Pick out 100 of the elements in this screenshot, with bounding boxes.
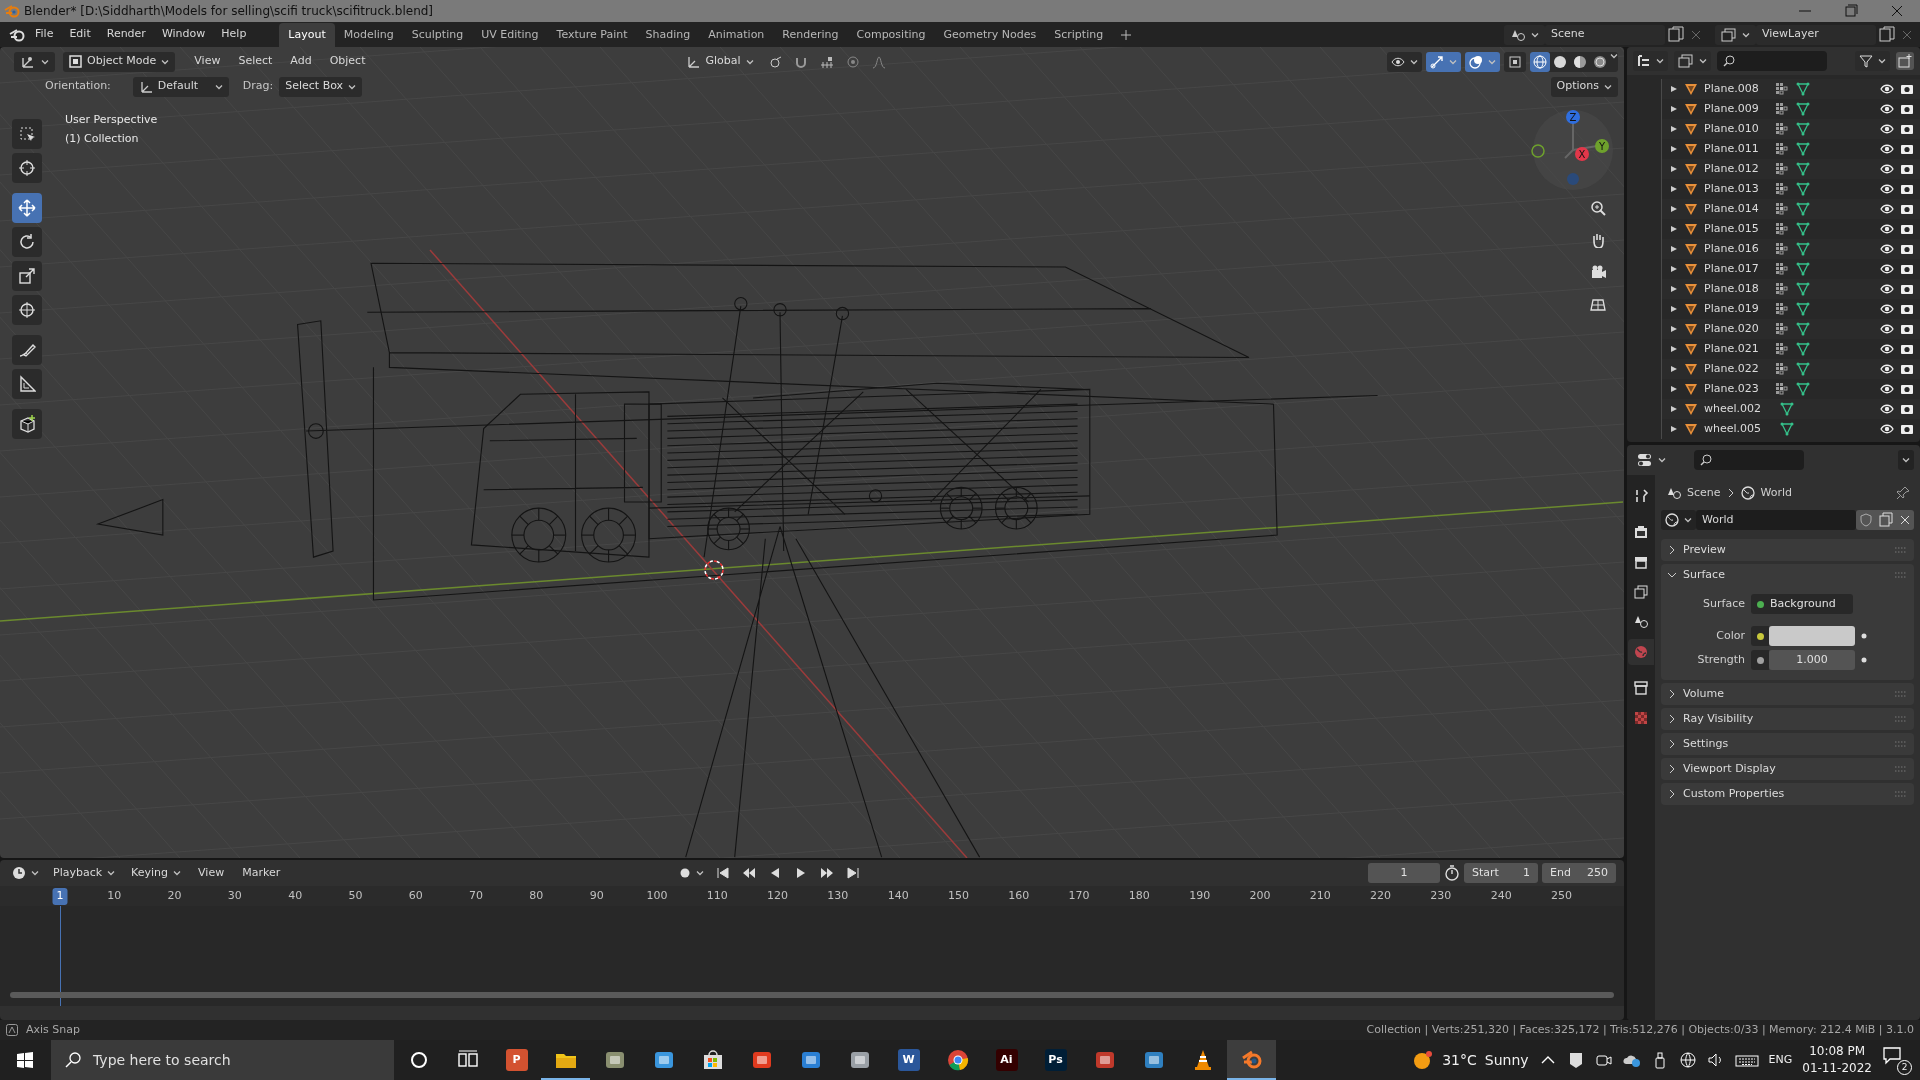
taskbar-app-button[interactable]: Ai	[982, 1040, 1031, 1080]
view-layer-field[interactable]: ViewLayer	[1756, 24, 1876, 45]
scene-statistics: Collection | Verts:251,320 | Faces:325,172 | Tris:512,276 | Objects:0/33 | Memory: 212.4 MiB | 3.1.0	[1366, 1021, 1914, 1038]
notification-button[interactable]: 2	[1882, 1045, 1912, 1075]
object-name: Plane.018	[1704, 280, 1760, 297]
workspace-tab[interactable]: Modeling	[334, 22, 403, 47]
menu-item[interactable]: Marker	[235, 862, 288, 884]
menu-item[interactable]: Window	[154, 24, 213, 45]
panel-header[interactable]: Preview	[1661, 539, 1914, 561]
panel-header[interactable]: Settings	[1661, 733, 1914, 755]
object-name: Plane.017	[1704, 260, 1760, 277]
menu-item[interactable]: View	[187, 51, 228, 72]
options-dropdown[interactable]: Options	[1550, 76, 1618, 97]
panel-header[interactable]: Viewport Display	[1661, 758, 1914, 780]
current-frame-field[interactable]: 1	[1368, 863, 1440, 883]
weather-condition: Sunny	[1484, 1050, 1529, 1070]
frame-number: 200	[1248, 888, 1272, 904]
workspace-tab[interactable]: UV Editing	[472, 22, 548, 47]
taskbar-search-field[interactable]: Type here to search	[51, 1040, 394, 1080]
status-hint: Axis Snap	[26, 1021, 80, 1038]
start-frame-value: 1	[1523, 864, 1530, 881]
menu-item[interactable]: Edit	[62, 24, 98, 45]
frame-number: 100	[645, 888, 669, 904]
frame-number: 160	[1007, 888, 1031, 904]
breadcrumb-item[interactable]: Scene	[1687, 484, 1721, 502]
panel-header[interactable]: Volume	[1661, 683, 1914, 705]
menu-item[interactable]: Add	[283, 51, 319, 72]
panel-header[interactable]: Ray Visibility	[1661, 708, 1914, 730]
start-frame-field[interactable]: Start 1	[1464, 863, 1538, 883]
taskbar-app-button[interactable]: Ps	[1031, 1040, 1080, 1080]
frame-number: 30	[226, 888, 243, 904]
viewport-info-text: (1) Collection	[65, 131, 140, 147]
workspace-tab[interactable]: Geometry Nodes	[934, 22, 1046, 47]
world-name-field[interactable]: World	[1696, 510, 1856, 530]
date-text: 01-11-2022	[1802, 1060, 1872, 1077]
app-logo-icon: Ai	[995, 1049, 1018, 1071]
frame-number: 70	[468, 888, 485, 904]
frame-number: 190	[1188, 888, 1212, 904]
frame-number: 250	[1549, 888, 1573, 904]
frame-number: 60	[407, 888, 424, 904]
current-frame-marker[interactable]: 1	[52, 888, 68, 905]
object-name: Plane.013	[1704, 180, 1760, 197]
workspace-tab[interactable]: Animation	[699, 22, 774, 47]
workspace-tab[interactable]: Compositing	[847, 22, 935, 47]
workspace-tab[interactable]: Rendering	[773, 22, 848, 47]
end-frame-label: End	[1550, 864, 1571, 881]
menu-item[interactable]: Object	[322, 51, 373, 72]
drag-label: Drag:	[242, 78, 274, 95]
taskbar-app-button[interactable]: W	[884, 1040, 933, 1080]
menu-item[interactable]: File	[28, 24, 61, 45]
weather-widget[interactable]: 31°C Sunny	[1412, 1049, 1529, 1071]
outliner-row[interactable]: wheel.005	[1661, 419, 1920, 439]
object-name: Plane.016	[1704, 240, 1760, 257]
shader-field[interactable]: Background	[1751, 594, 1853, 614]
frame-number: 120	[766, 888, 790, 904]
mode-dropdown[interactable]: Object Mode	[63, 51, 176, 72]
orientation-dropdown[interactable]: Default	[132, 76, 229, 97]
workspace-tab[interactable]: Shading	[636, 22, 700, 47]
breadcrumb-item[interactable]: World	[1760, 484, 1793, 502]
frame-number: 230	[1429, 888, 1453, 904]
notification-count: 2	[1897, 1060, 1912, 1075]
navigation-gizmo[interactable]: Z Y X	[1530, 107, 1616, 193]
app-logo-icon: W	[897, 1049, 920, 1071]
panel-header[interactable]: Custom Properties	[1661, 783, 1914, 805]
start-frame-label: Start	[1472, 864, 1499, 881]
taskbar-app-button[interactable]: P	[492, 1040, 541, 1080]
scene-field[interactable]: Scene	[1545, 24, 1665, 45]
menu-dropdown[interactable]: Keying	[125, 863, 188, 883]
frame-number: 90	[588, 888, 605, 904]
menu-item[interactable]: Render	[99, 24, 153, 45]
frame-number: 220	[1369, 888, 1393, 904]
shader-name: Background	[1770, 595, 1836, 612]
menu-dropdown[interactable]: Playback	[47, 863, 122, 883]
transform-orientation-dropdown[interactable]: Global	[680, 51, 760, 72]
menu-item[interactable]: Select	[231, 51, 280, 72]
object-name: wheel.005	[1704, 420, 1763, 437]
end-frame-field[interactable]: End 250	[1542, 863, 1616, 883]
drag-dropdown[interactable]: Select Box	[279, 76, 363, 97]
panel-header[interactable]: Surface	[1661, 564, 1914, 586]
frame-number: 110	[705, 888, 729, 904]
workspace-tab[interactable]: Texture Paint	[547, 22, 637, 47]
workspace-tab[interactable]: Sculpting	[402, 22, 473, 47]
frame-number: 150	[946, 888, 970, 904]
language-indicator[interactable]: ENG	[1768, 1051, 1793, 1069]
end-frame-value: 250	[1587, 864, 1608, 881]
object-name: Plane.011	[1704, 140, 1760, 157]
object-name: Plane.012	[1704, 160, 1760, 177]
object-name: Plane.010	[1704, 120, 1760, 137]
app-logo-icon: Ps	[1044, 1049, 1067, 1071]
clock[interactable]: 10:08 PM 01-11-2022	[1802, 1043, 1872, 1077]
frame-number: 50	[347, 888, 364, 904]
number-field[interactable]: 1.000	[1769, 650, 1855, 670]
menu-item[interactable]: View	[191, 862, 232, 884]
frame-number: 130	[826, 888, 850, 904]
frame-number: 170	[1067, 888, 1091, 904]
workspace-tab[interactable]: Layout	[279, 22, 335, 47]
orientation-label: Orientation:	[45, 78, 111, 95]
workspace-tab[interactable]: Scripting	[1045, 22, 1113, 47]
frame-number: 20	[166, 888, 183, 904]
menu-item[interactable]: Help	[214, 24, 254, 45]
